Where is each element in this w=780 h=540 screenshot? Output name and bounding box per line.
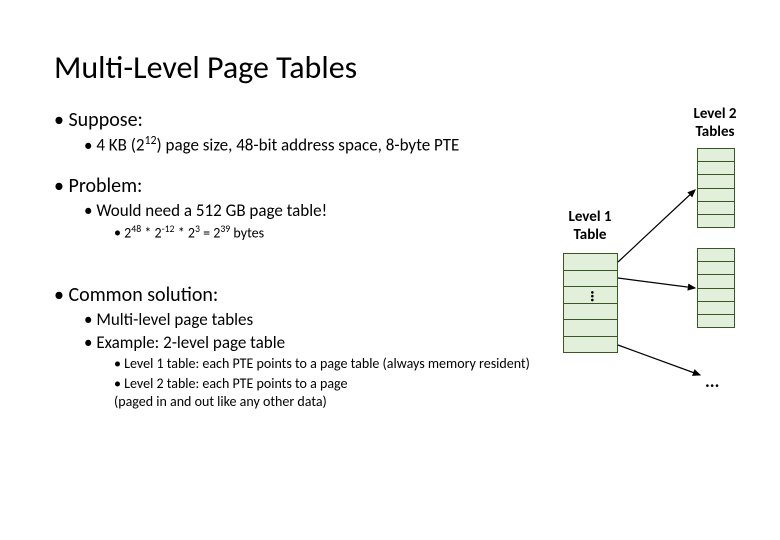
problem-heading: Problem: (54, 174, 544, 198)
table-row (698, 302, 734, 315)
table-row (698, 315, 734, 327)
solution-detail-0: Level 1 table: each PTE points to a page… (114, 355, 544, 373)
solution-item-1: Example: 2-level page table (84, 332, 544, 353)
level2-ellipsis: ... (705, 370, 719, 392)
suppose-detail: 4 KB (212) page size, 48-bit address spa… (84, 134, 544, 156)
table-row (698, 202, 734, 215)
solution-detail-1: Level 2 table: each PTE points to a page… (114, 375, 544, 411)
level1-table-label: Level 1Table (560, 208, 620, 244)
table-row (698, 275, 734, 288)
solution-heading: Common solution: (54, 283, 544, 307)
table-row (698, 175, 734, 188)
table-row (698, 215, 734, 227)
level2-table (697, 248, 735, 328)
table-row (698, 249, 734, 262)
table-row (698, 262, 734, 275)
level2-tables-label: Level 2Tables (685, 105, 745, 141)
problem-detail: Would need a 512 GB page table! (84, 200, 544, 221)
level1-table (563, 253, 618, 353)
slide-content: Suppose: 4 KB (212) page size, 48-bit ad… (54, 108, 544, 413)
slide-title: Multi-Level Page Tables (54, 48, 357, 87)
table-row (564, 254, 617, 271)
table-row (698, 289, 734, 302)
table-row (564, 320, 617, 337)
table-row (698, 189, 734, 202)
table-row (698, 162, 734, 175)
solution-item-0: Multi-level page tables (84, 309, 544, 330)
table-row (564, 271, 617, 288)
level2-table (697, 148, 735, 228)
table-row (564, 337, 617, 353)
level1-ellipsis: ... (586, 290, 608, 301)
table-row (698, 149, 734, 162)
table-row (564, 304, 617, 321)
suppose-heading: Suppose: (54, 108, 544, 132)
problem-calc: 248 * 2-12 * 23 = 239 bytes (114, 223, 544, 243)
